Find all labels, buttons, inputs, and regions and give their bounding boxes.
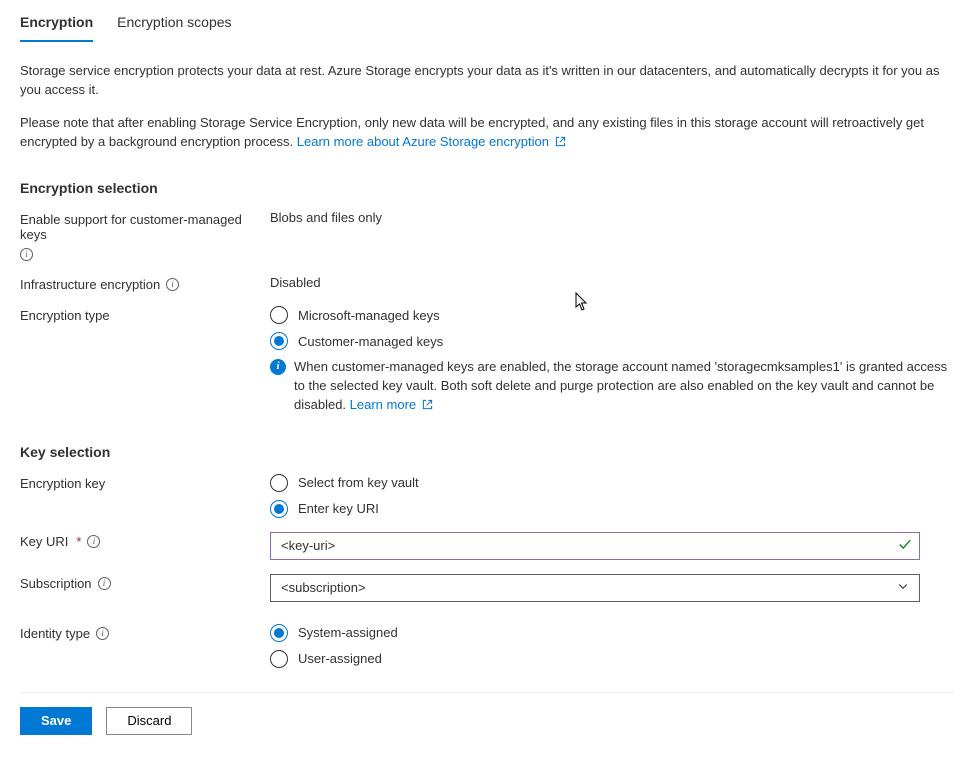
tab-encryption-scopes[interactable]: Encryption scopes (117, 14, 231, 42)
label-encryption-type-text: Encryption type (20, 308, 110, 323)
info-icon[interactable]: i (98, 577, 111, 590)
external-link-icon (422, 397, 433, 416)
radio-icon (270, 306, 288, 324)
radio-group-encryption-type: Microsoft-managed keys Customer-managed … (270, 306, 954, 350)
radio-label: System-assigned (298, 625, 398, 640)
tab-encryption[interactable]: Encryption (20, 14, 93, 42)
radio-select-from-key-vault[interactable]: Select from key vault (270, 474, 954, 492)
label-encryption-type: Encryption type (20, 306, 270, 323)
discard-button[interactable]: Discard (106, 707, 192, 735)
external-link-icon (555, 134, 566, 153)
intro-p1: Storage service encryption protects your… (20, 62, 954, 100)
info-icon[interactable]: i (87, 535, 100, 548)
label-identity-type: Identity type i (20, 624, 270, 641)
required-indicator: * (76, 534, 81, 549)
label-subscription: Subscription i (20, 574, 270, 591)
label-encryption-key-text: Encryption key (20, 476, 105, 491)
intro-p2: Please note that after enabling Storage … (20, 114, 954, 153)
key-uri-input[interactable] (270, 532, 920, 560)
info-icon[interactable]: i (20, 248, 33, 261)
label-key-uri: Key URI * i (20, 532, 270, 549)
radio-group-encryption-key: Select from key vault Enter key URI (270, 474, 954, 518)
heading-encryption-selection: Encryption selection (20, 180, 954, 196)
radio-label: Enter key URI (298, 501, 379, 516)
radio-icon (270, 474, 288, 492)
heading-key-selection: Key selection (20, 444, 954, 460)
info-badge-icon: i (270, 359, 286, 375)
radio-user-assigned[interactable]: User-assigned (270, 650, 954, 668)
cmk-info-callout: i When customer-managed keys are enabled… (270, 358, 954, 416)
label-infra-encryption: Infrastructure encryption i (20, 275, 270, 292)
intro-text: Storage service encryption protects your… (20, 62, 954, 152)
radio-icon (270, 650, 288, 668)
radio-group-identity-type: System-assigned User-assigned (270, 624, 954, 668)
radio-label: User-assigned (298, 651, 382, 666)
subscription-selected-value: <subscription> (281, 580, 366, 595)
radio-customer-managed-keys[interactable]: Customer-managed keys (270, 332, 954, 350)
info-icon[interactable]: i (166, 278, 179, 291)
radio-system-assigned[interactable]: System-assigned (270, 624, 954, 642)
learn-more-link-text: Learn more about Azure Storage encryptio… (297, 134, 549, 149)
footer-buttons: Save Discard (20, 707, 954, 735)
learn-more-cmk-link[interactable]: Learn more (350, 397, 433, 412)
radio-label: Select from key vault (298, 475, 419, 490)
divider (20, 692, 954, 693)
radio-label: Customer-managed keys (298, 334, 443, 349)
label-key-uri-text: Key URI (20, 534, 68, 549)
radio-enter-key-uri[interactable]: Enter key URI (270, 500, 954, 518)
save-button[interactable]: Save (20, 707, 92, 735)
label-identity-type-text: Identity type (20, 626, 90, 641)
label-cmk-support-text: Enable support for customer-managed keys (20, 212, 270, 242)
radio-label: Microsoft-managed keys (298, 308, 440, 323)
radio-icon (270, 500, 288, 518)
label-encryption-key: Encryption key (20, 474, 270, 491)
radio-icon (270, 624, 288, 642)
radio-microsoft-managed-keys[interactable]: Microsoft-managed keys (270, 306, 954, 324)
value-infra-encryption: Disabled (270, 275, 954, 290)
tab-strip: Encryption Encryption scopes (20, 0, 954, 42)
learn-more-link-text: Learn more (350, 397, 416, 412)
subscription-select[interactable]: <subscription> (270, 574, 920, 602)
label-cmk-support: Enable support for customer-managed keys… (20, 210, 270, 261)
callout-body: When customer-managed keys are enabled, … (294, 358, 954, 416)
label-infra-encryption-text: Infrastructure encryption (20, 277, 160, 292)
chevron-down-icon (897, 580, 909, 595)
learn-more-storage-encryption-link[interactable]: Learn more about Azure Storage encryptio… (297, 134, 566, 149)
value-cmk-support: Blobs and files only (270, 210, 954, 225)
checkmark-icon (898, 537, 912, 554)
label-subscription-text: Subscription (20, 576, 92, 591)
radio-icon (270, 332, 288, 350)
info-icon[interactable]: i (96, 627, 109, 640)
